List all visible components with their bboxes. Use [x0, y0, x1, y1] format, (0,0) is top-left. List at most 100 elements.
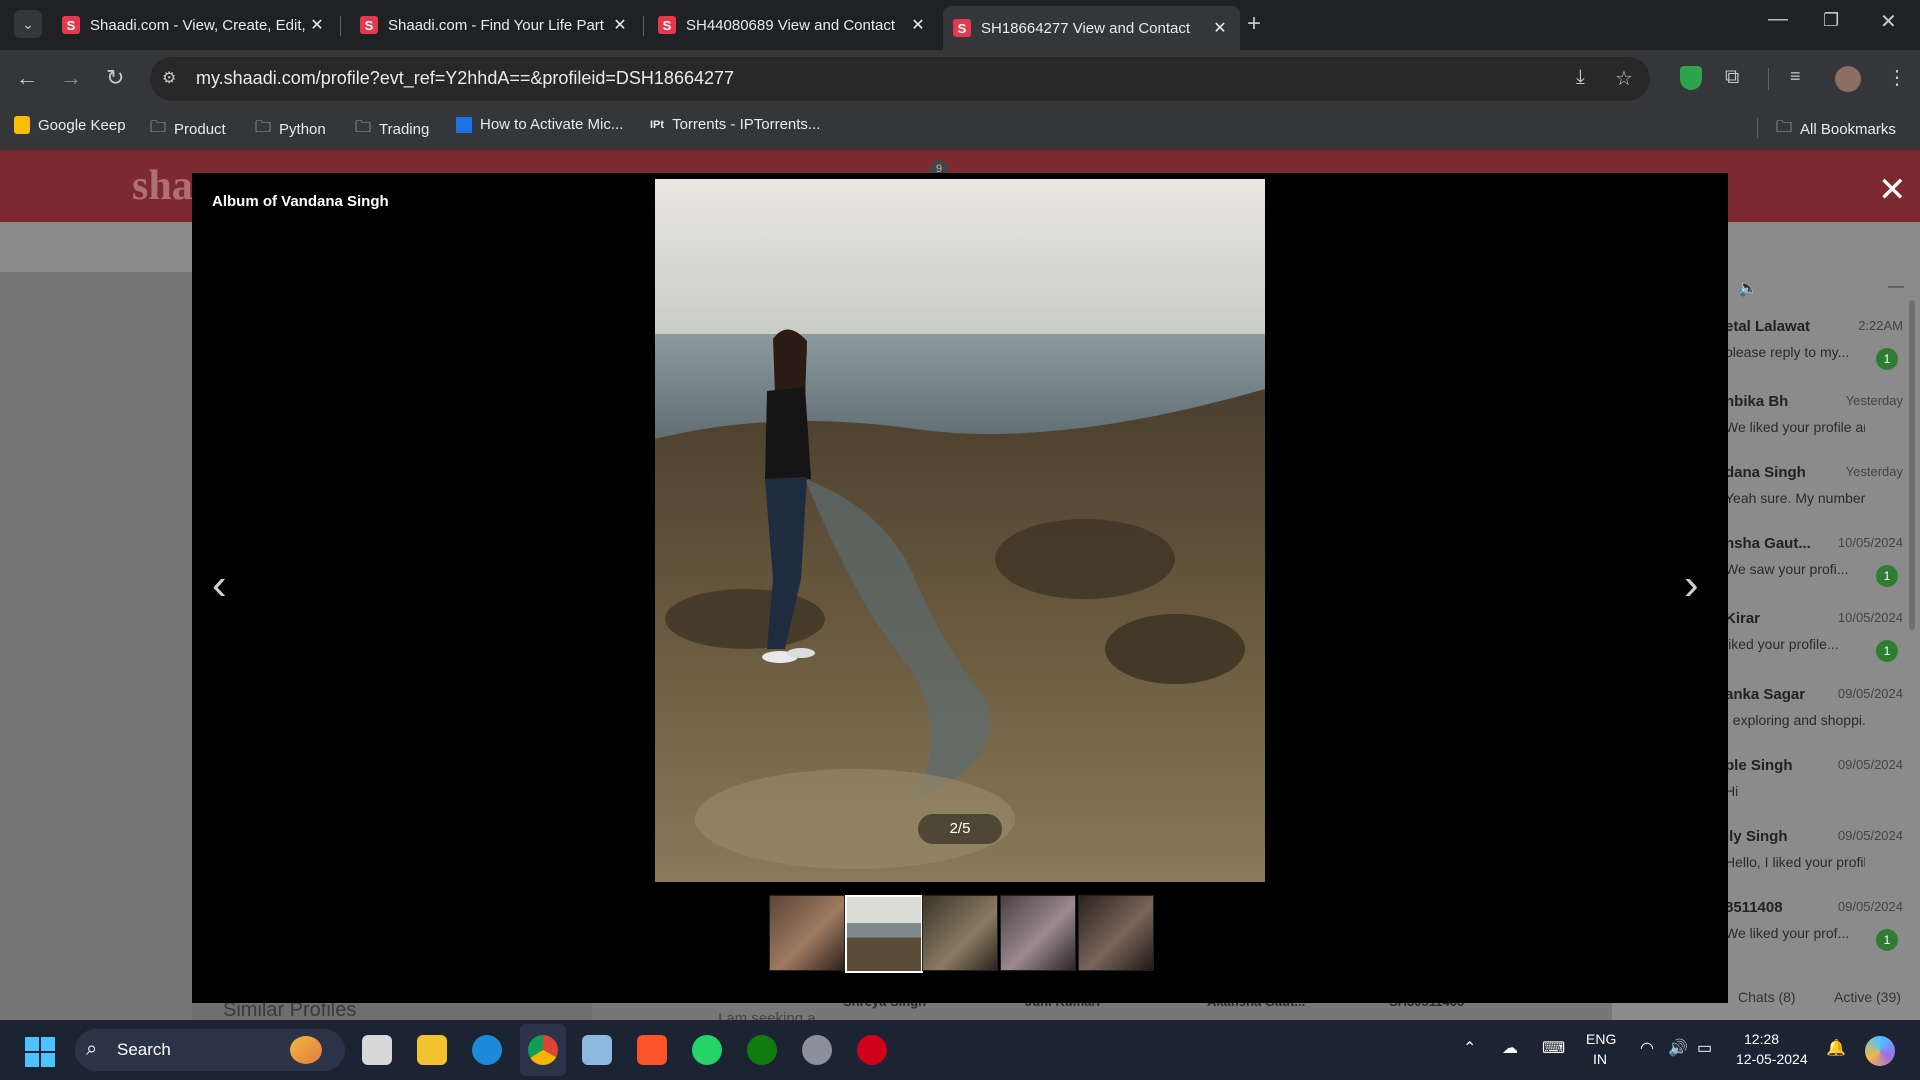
chat-item[interactable]: 8511408 09/05/2024 We liked your prof...… — [1725, 899, 1903, 951]
brave-browser-icon[interactable] — [637, 1035, 667, 1065]
whatsapp-icon[interactable] — [692, 1035, 722, 1065]
copilot-icon[interactable] — [1865, 1036, 1895, 1066]
edge-browser-icon[interactable] — [472, 1035, 502, 1065]
unread-badge: 1 — [1876, 640, 1898, 662]
onedrive-error-icon[interactable]: ☁ — [1502, 1038, 1518, 1058]
bookmark-folder-python[interactable]: 🗀 Python — [255, 116, 326, 143]
unread-badge: 1 — [1876, 348, 1898, 370]
chat-item[interactable]: etal Lalawat 2:22AM please reply to my..… — [1725, 318, 1903, 370]
tab-divider — [643, 16, 644, 36]
chats-count-tab[interactable]: Chats (8) — [1738, 989, 1796, 1005]
chat-item[interactable]: anka Sagar 09/05/2024 . exploring and sh… — [1725, 686, 1903, 728]
thumbnail-4[interactable] — [1000, 895, 1076, 971]
tab-divider — [340, 16, 341, 36]
back-icon[interactable]: ← — [16, 65, 38, 91]
chat-preview: We liked your profile an... — [1725, 419, 1865, 435]
close-tab-icon[interactable]: ✕ — [1210, 18, 1230, 38]
url-text[interactable]: my.shaadi.com/profile?evt_ref=Y2hhdA==&p… — [196, 68, 734, 89]
album-photo — [655, 179, 1265, 882]
minimize-chat-icon[interactable]: — — [1888, 278, 1904, 296]
close-window-icon[interactable]: ✕ — [1880, 9, 1897, 34]
chat-scrollbar[interactable] — [1909, 300, 1915, 630]
restore-icon[interactable]: ❐ — [1823, 10, 1839, 31]
tab-2[interactable]: S Shaadi.com - Find Your Life Part ✕ — [350, 8, 640, 42]
album-title: Album of Vandana Singh — [212, 193, 389, 210]
tab-title: Shaadi.com - View, Create, Edit, — [90, 16, 306, 34]
bookmark-folder-trading[interactable]: 🗀 Trading — [355, 116, 429, 143]
region-indicator: IN — [1593, 1051, 1607, 1067]
bookmarks-divider — [1757, 118, 1758, 138]
language-indicator[interactable]: ENG — [1586, 1031, 1616, 1047]
bookmark-activate-mic[interactable]: How to Activate Mic... — [456, 116, 623, 133]
all-bookmarks-button[interactable]: 🗀 All Bookmarks — [1776, 116, 1896, 143]
chat-date: 10/05/2024 — [1837, 535, 1903, 550]
windows-store-icon — [456, 116, 472, 133]
bookmark-folder-product[interactable]: 🗀 Product — [150, 116, 226, 143]
close-tab-icon[interactable]: ✕ — [908, 15, 928, 35]
volume-icon[interactable]: 🔊 — [1668, 1038, 1688, 1058]
photos-app-icon[interactable] — [582, 1035, 612, 1065]
close-modal-icon[interactable]: ✕ — [1878, 170, 1907, 210]
notification-bell-icon[interactable]: 🔔 — [1826, 1038, 1846, 1058]
windows-start-icon[interactable] — [25, 1037, 55, 1067]
chat-item[interactable]: dana Singh Yesterday Yeah sure. My numbe… — [1725, 464, 1903, 506]
thumbnail-2-selected[interactable] — [845, 895, 923, 973]
thumbnail-3[interactable] — [922, 895, 998, 971]
tab-3[interactable]: S SH44080689 View and Contact ✕ — [648, 8, 938, 42]
close-tab-icon[interactable]: ✕ — [307, 15, 327, 35]
battery-icon[interactable]: ▭ — [1697, 1038, 1712, 1058]
chat-item[interactable]: nsha Gaut... 10/05/2024 We saw your prof… — [1725, 535, 1903, 587]
file-explorer-icon[interactable] — [417, 1035, 447, 1065]
close-tab-icon[interactable]: ✕ — [610, 15, 630, 35]
reload-icon[interactable]: ↻ — [106, 65, 124, 91]
chat-preview: please reply to my... — [1725, 344, 1850, 360]
site-info-icon[interactable]: ⚙ — [162, 68, 176, 88]
chrome-icon[interactable] — [528, 1035, 558, 1065]
unread-badge: 1 — [1876, 929, 1898, 951]
task-view-icon[interactable] — [362, 1035, 392, 1065]
search-label: Search — [117, 1040, 171, 1059]
settings-gear-icon[interactable] — [802, 1035, 832, 1065]
media-control-icon[interactable]: ≡ — [1790, 66, 1801, 87]
clock-date[interactable]: 12-05-2024 — [1736, 1051, 1808, 1067]
profile-avatar[interactable] — [1835, 66, 1861, 92]
speaker-icon[interactable]: 🔈 — [1738, 278, 1758, 298]
minimize-icon[interactable]: — — [1768, 8, 1788, 31]
tab-1[interactable]: S Shaadi.com - View, Create, Edit, ✕ — [52, 8, 337, 42]
install-app-icon[interactable]: ⤓ — [1576, 66, 1585, 89]
new-tab-icon[interactable]: + — [1247, 10, 1261, 38]
unread-badge: 1 — [1876, 565, 1898, 587]
photo-image — [655, 179, 1265, 882]
chat-date: 09/05/2024 — [1837, 686, 1903, 701]
chat-preview: We saw your profi... — [1725, 561, 1849, 577]
tab-4-active[interactable]: S SH18664277 View and Contact ✕ — [943, 6, 1240, 50]
chat-item[interactable]: nbika Bh Yesterday We liked your profile… — [1725, 393, 1903, 435]
bookmark-torrents[interactable]: IPt Torrents - IPTorrents... — [650, 116, 820, 133]
chat-item[interactable]: Kirar 10/05/2024 liked your profile... 1 — [1725, 610, 1903, 662]
active-count-tab[interactable]: Active (39) — [1834, 989, 1901, 1005]
bookmark-google-keep[interactable]: Google Keep — [14, 116, 126, 134]
shield-extension-icon[interactable] — [1680, 66, 1702, 90]
shaadi-favicon-icon: S — [658, 16, 676, 34]
menu-kebab-icon[interactable]: ⋮ — [1887, 65, 1907, 90]
previous-photo-arrow-icon[interactable]: ‹ — [212, 560, 227, 610]
tab-search-button[interactable]: ⌄ — [14, 10, 42, 38]
thumbnail-5[interactable] — [1078, 895, 1154, 971]
thumbnail-1[interactable] — [769, 895, 845, 971]
next-photo-arrow-icon[interactable]: › — [1684, 560, 1699, 610]
extensions-icon[interactable]: ⧉ — [1725, 66, 1739, 89]
toolbar-divider — [1768, 68, 1769, 90]
chat-item[interactable]: ple Singh 09/05/2024 Hi — [1725, 757, 1903, 799]
keyboard-icon[interactable]: ⌨ — [1542, 1038, 1565, 1058]
chat-item[interactable]: ily Singh 09/05/2024 Hello, I liked your… — [1725, 828, 1903, 870]
xbox-icon[interactable] — [747, 1035, 777, 1065]
clock-time[interactable]: 12:28 — [1744, 1031, 1779, 1047]
opera-browser-icon[interactable] — [857, 1035, 887, 1065]
folder-icon: 🗀 — [150, 119, 167, 136]
bookmark-label: Torrents - IPTorrents... — [672, 116, 821, 133]
forward-icon[interactable]: → — [60, 65, 82, 91]
wifi-icon[interactable]: ◠ — [1640, 1038, 1654, 1058]
tray-overflow-chevron-icon[interactable]: ⌃ — [1463, 1038, 1476, 1058]
bookmark-star-icon[interactable]: ☆ — [1615, 66, 1633, 91]
folder-icon: 🗀 — [355, 119, 372, 136]
